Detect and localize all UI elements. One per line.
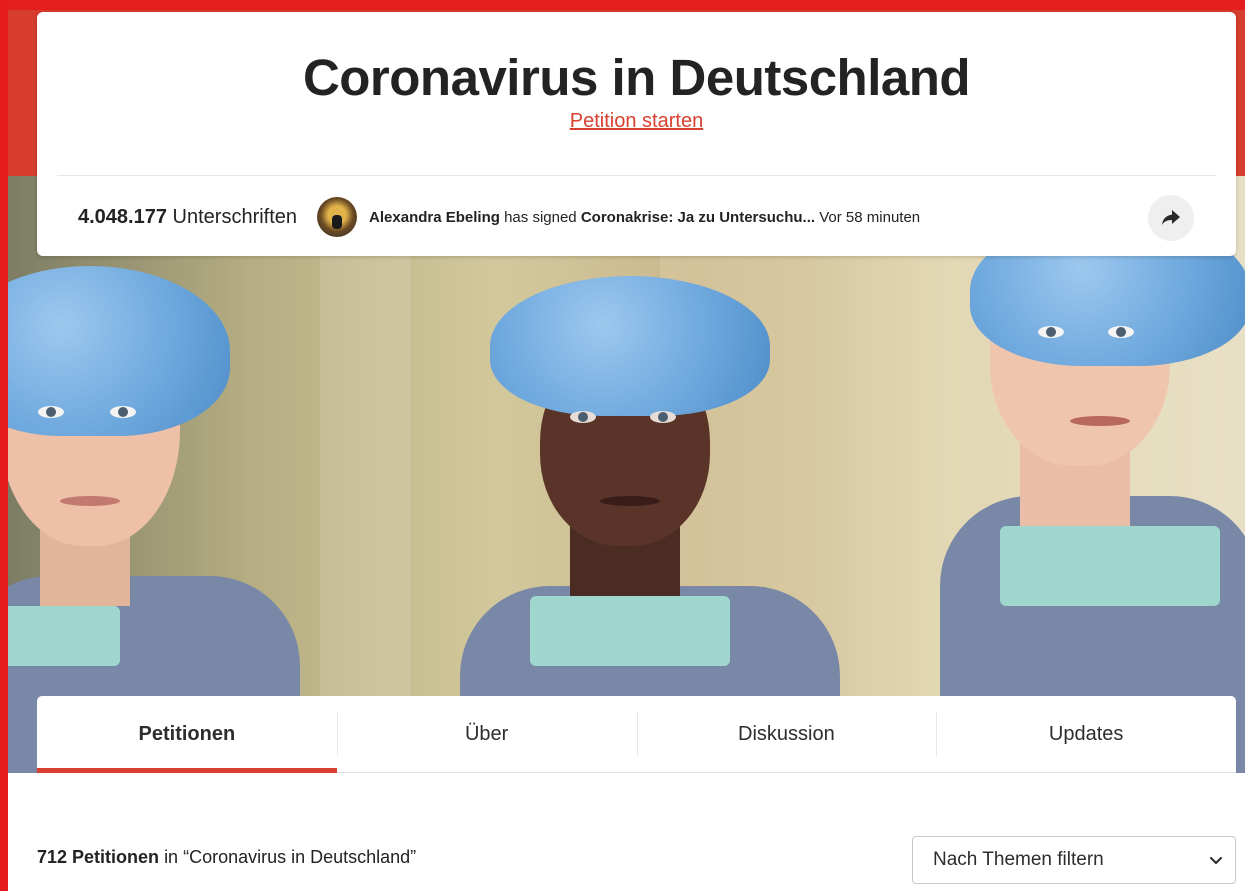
avatar[interactable] (317, 197, 358, 237)
tab-diskussion[interactable]: Diskussion (636, 696, 937, 772)
hero-image (0, 176, 1245, 773)
activity-time: Vor 58 minuten (819, 208, 921, 226)
petition-count-line: 712 Petitionen in “Coronavirus in Deutsc… (37, 847, 416, 868)
tab-bar: Petitionen Über Diskussion Updates (37, 696, 1236, 773)
chevron-down-icon (1209, 856, 1223, 865)
signature-activity-row: 4.048.177 Unterschriften Alexandra Ebeli… (78, 195, 1196, 241)
share-button[interactable] (1148, 195, 1194, 241)
share-arrow-icon (1162, 210, 1180, 225)
background-wall (320, 176, 410, 773)
activity-verb: has signed (504, 208, 577, 226)
card-divider (57, 175, 1216, 176)
nurse-right (940, 176, 1245, 773)
recent-activity: Alexandra Ebeling has signed Coronakrise… (369, 209, 920, 226)
signature-count-label: Unterschriften (172, 205, 298, 228)
tab-petitionen[interactable]: Petitionen (37, 696, 337, 773)
signature-count-number: 4.048.177 (78, 205, 167, 228)
page-title: Coronavirus in Deutschland (302, 49, 971, 106)
nurse-left (0, 176, 300, 773)
signed-petition-title[interactable]: Coronakrise: Ja zu Untersuchu... (581, 209, 815, 226)
topic-filter-select[interactable]: Nach Themen filtern (912, 836, 1236, 884)
header-card: Coronavirus in Deutschland Petition star… (37, 12, 1236, 256)
topic-filter-value: Nach Themen filtern (933, 849, 1104, 870)
petition-count-context: in “Coronavirus in Deutschland” (164, 847, 417, 867)
start-petition-link[interactable]: Petition starten (570, 110, 703, 132)
start-petition-container: Petition starten (37, 110, 1236, 133)
tab-updates[interactable]: Updates (936, 696, 1236, 772)
signature-count: 4.048.177 Unterschriften (78, 206, 297, 229)
nurse-center (420, 176, 840, 773)
browser-edge-stripe (0, 0, 8, 891)
signer-name[interactable]: Alexandra Ebeling (369, 209, 500, 226)
tab-ueber[interactable]: Über (336, 696, 637, 772)
petition-count: 712 Petitionen (37, 847, 160, 867)
